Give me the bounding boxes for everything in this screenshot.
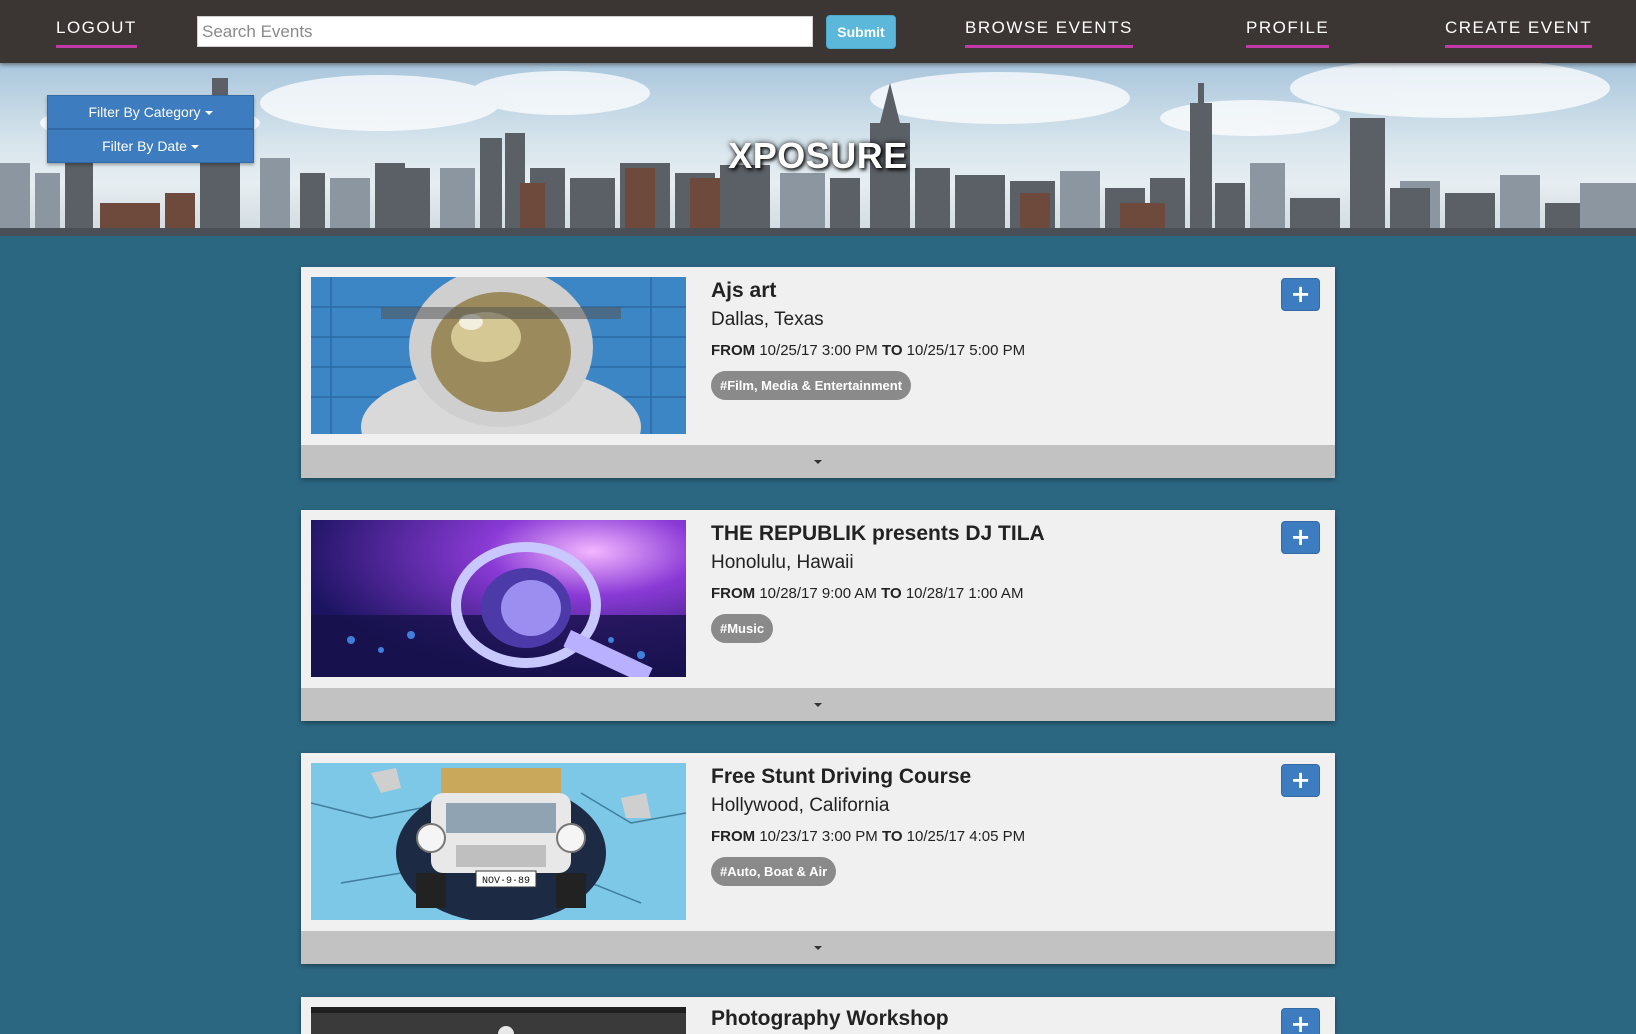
filter-category-label: Filter By Category — [88, 104, 201, 120]
to-date: 10/25/17 5:00 PM — [906, 342, 1026, 359]
caret-down-icon — [190, 145, 199, 150]
plus-icon: + — [1290, 1010, 1311, 1034]
event-image[interactable] — [311, 1007, 686, 1034]
event-card: NOV·9·89 Free Stunt Driving Course Holly… — [301, 753, 1335, 964]
event-image[interactable] — [311, 277, 686, 434]
add-event-button[interactable]: + — [1281, 278, 1320, 311]
from-date: 10/25/17 3:00 PM — [759, 342, 878, 359]
event-dates: FROM 10/23/17 3:00 PM TO 10/25/17 4:05 P… — [711, 828, 1025, 845]
from-label: FROM — [711, 342, 756, 359]
from-date: 10/23/17 3:00 PM — [759, 828, 878, 845]
event-card: THE REPUBLIK presents DJ TILA Honolulu, … — [301, 510, 1335, 721]
expand-details-bar[interactable] — [301, 688, 1335, 721]
expand-details-bar[interactable] — [301, 931, 1335, 964]
event-location: Hollywood, California — [711, 795, 890, 816]
filter-date-label: Filter By Date — [102, 138, 187, 154]
top-navbar: LOGOUT Submit BROWSE EVENTS PROFILE CREA… — [0, 0, 1636, 63]
event-card: Ajs art Dallas, Texas FROM 10/25/17 3:00… — [301, 267, 1335, 478]
plus-icon: + — [1290, 523, 1311, 551]
caret-down-icon — [814, 460, 822, 464]
caret-down-icon — [814, 946, 822, 950]
event-title[interactable]: Photography Workshop — [711, 1007, 949, 1031]
event-dates: FROM 10/28/17 9:00 AM TO 10/28/17 1:00 A… — [711, 585, 1023, 602]
hero-banner: XPOSURE Filter By Category Filter By Dat… — [0, 63, 1636, 236]
browse-events-link[interactable]: BROWSE EVENTS — [965, 18, 1133, 48]
caret-down-icon — [814, 703, 822, 707]
event-title[interactable]: Free Stunt Driving Course — [711, 765, 971, 789]
car-wall-mural-image: NOV·9·89 — [311, 763, 686, 920]
event-title[interactable]: THE REPUBLIK presents DJ TILA — [711, 522, 1045, 546]
event-dates: FROM 10/25/17 3:00 PM TO 10/25/17 5:00 P… — [711, 342, 1025, 359]
to-date: 10/28/17 1:00 AM — [905, 585, 1024, 602]
astronaut-mural-image — [311, 277, 686, 434]
category-tag[interactable]: #Auto, Boat & Air — [711, 857, 837, 886]
category-tag[interactable]: #Music — [711, 614, 774, 643]
event-title[interactable]: Ajs art — [711, 279, 776, 303]
event-location: Honolulu, Hawaii — [711, 552, 854, 573]
to-label: TO — [881, 828, 903, 845]
from-date: 10/28/17 9:00 AM — [759, 585, 877, 602]
dj-headphones-image — [311, 520, 686, 677]
add-event-button[interactable]: + — [1281, 1008, 1320, 1034]
plus-icon: + — [1290, 766, 1311, 794]
from-label: FROM — [711, 828, 756, 845]
workshop-image — [311, 1007, 686, 1034]
filter-by-category-button[interactable]: Filter By Category — [47, 95, 254, 129]
search-input[interactable] — [197, 16, 813, 47]
profile-link[interactable]: PROFILE — [1246, 18, 1330, 48]
submit-button[interactable]: Submit — [826, 15, 896, 49]
category-tag[interactable]: #Film, Media & Entertainment — [711, 371, 912, 400]
caret-down-icon — [204, 111, 213, 116]
filter-by-date-button[interactable]: Filter By Date — [47, 129, 254, 163]
to-label: TO — [881, 585, 902, 602]
event-image[interactable]: NOV·9·89 — [311, 763, 686, 920]
license-plate: NOV·9·89 — [482, 876, 530, 887]
logout-link[interactable]: LOGOUT — [56, 18, 137, 48]
create-event-link[interactable]: CREATE EVENT — [1445, 18, 1593, 48]
event-card: Photography Workshop + — [301, 997, 1335, 1034]
event-location: Dallas, Texas — [711, 309, 824, 330]
event-image[interactable] — [311, 520, 686, 677]
add-event-button[interactable]: + — [1281, 521, 1320, 554]
from-label: FROM — [711, 585, 756, 602]
to-label: TO — [881, 342, 903, 359]
to-date: 10/25/17 4:05 PM — [906, 828, 1026, 845]
plus-icon: + — [1290, 280, 1311, 308]
expand-details-bar[interactable] — [301, 445, 1335, 478]
add-event-button[interactable]: + — [1281, 764, 1320, 797]
